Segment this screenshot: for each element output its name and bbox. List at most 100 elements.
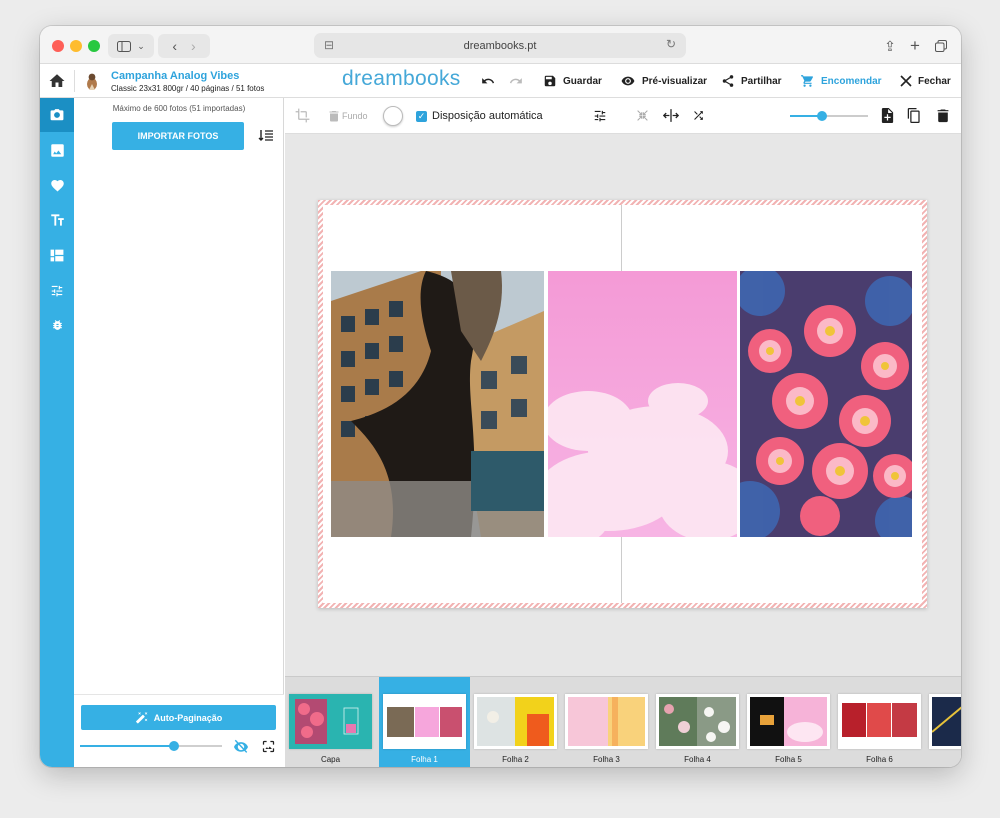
editor-canvas: [285, 134, 961, 676]
delete-icon[interactable]: [937, 108, 949, 123]
trash-outline-icon: [329, 111, 339, 122]
photo-frame-pink-sky[interactable]: [548, 271, 737, 537]
sheet-2[interactable]: Folha 2: [470, 677, 561, 767]
sheet-7-partial[interactable]: [925, 677, 961, 767]
sheet-thumbnail: [565, 694, 648, 749]
back-icon[interactable]: ‹: [172, 38, 177, 54]
camera-icon: [50, 109, 64, 121]
hide-used-eye-icon[interactable]: [233, 739, 249, 753]
bug-icon: [52, 320, 62, 330]
project-title[interactable]: Campanha Analog Vibes: [111, 70, 239, 82]
sheet-4[interactable]: Folha 4: [652, 677, 743, 767]
add-page-icon[interactable]: [881, 108, 894, 123]
photo-flowers-image: [740, 271, 912, 537]
layout-options-icon[interactable]: [593, 109, 607, 122]
home-icon[interactable]: [48, 72, 66, 90]
preview-button[interactable]: Pré-visualizar: [620, 73, 707, 89]
auto-layout-checkbox[interactable]: ✓ Disposição automática: [416, 107, 543, 125]
close-icon: [900, 75, 912, 87]
import-photos-button[interactable]: IMPORTAR FOTOS: [112, 122, 244, 150]
layout-icon: [50, 249, 64, 261]
photo-frame-street[interactable]: [331, 271, 544, 537]
photo-count-text: Máximo de 600 fotos (51 importadas): [112, 104, 246, 113]
sidebar-icon: [117, 40, 132, 52]
project-avatar-icon: [87, 73, 97, 90]
sheet-label: Folha 1: [411, 755, 438, 764]
sheet-label: Folha 2: [502, 755, 529, 764]
sheet-5[interactable]: Folha 5: [743, 677, 834, 767]
favorites-tab[interactable]: [48, 176, 66, 194]
adjustments-tab[interactable]: [48, 281, 66, 299]
photos-panel: Máximo de 600 fotos (51 importadas) IMPO…: [74, 98, 284, 767]
heart-icon: [50, 180, 64, 192]
sheet-thumbnail: [929, 694, 961, 749]
address-bar[interactable]: ⊟ dreambooks.pt ↻: [314, 33, 686, 58]
history-nav: ‹ ›: [158, 34, 210, 58]
close-window-button[interactable]: [52, 40, 64, 52]
divider: [74, 70, 75, 92]
reload-icon[interactable]: ↻: [666, 37, 676, 51]
sheet-3[interactable]: Folha 3: [561, 677, 652, 767]
crop-icon[interactable]: [295, 108, 310, 123]
zoom-slider-handle[interactable]: [816, 111, 827, 121]
minimize-window-button[interactable]: [70, 40, 82, 52]
app-header: Campanha Analog Vibes Classic 23x31 800g…: [40, 64, 961, 98]
duplicate-icon[interactable]: [907, 108, 921, 123]
auto-pagination-button[interactable]: Auto-Paginação: [81, 705, 276, 730]
text-tab[interactable]: [48, 211, 66, 229]
sheet-1[interactable]: Folha 1: [379, 677, 470, 767]
sheet-cover[interactable]: Capa: [285, 677, 376, 767]
fit-photos-icon[interactable]: [261, 739, 276, 754]
background-button[interactable]: Fundo: [329, 107, 368, 125]
sort-icon[interactable]: [258, 129, 274, 142]
sheet-thumbnail: [656, 694, 739, 749]
checkmark-icon: ✓: [416, 110, 427, 122]
cart-icon: [801, 75, 813, 87]
thumbnail-size-slider[interactable]: [80, 741, 222, 751]
panel-footer: Auto-Paginação: [74, 694, 284, 767]
sheet-label: Folha 6: [866, 755, 893, 764]
backgrounds-tab[interactable]: [48, 141, 66, 159]
sheet-thumbnail: [838, 694, 921, 749]
photos-tab[interactable]: [40, 98, 74, 132]
sheet-label: Folha 5: [775, 755, 802, 764]
editor-toolbar: Fundo ✓ Disposição automática: [285, 98, 961, 134]
tool-sidebar: [40, 98, 74, 767]
image-icon: [50, 143, 64, 157]
slider-handle[interactable]: [168, 741, 179, 751]
text-icon: [50, 214, 64, 226]
page-spread[interactable]: [318, 200, 927, 608]
page-settings-icon[interactable]: ⊟: [324, 38, 334, 52]
url-text: dreambooks.pt: [463, 39, 537, 52]
tabs-overview-icon[interactable]: [930, 34, 952, 58]
bug-report-tab[interactable]: [48, 316, 66, 334]
photo-street-image: [331, 271, 544, 537]
forward-icon[interactable]: ›: [191, 38, 196, 54]
sidebar-toggle-button[interactable]: ⌄: [108, 34, 154, 58]
sheet-label: Folha 4: [684, 755, 711, 764]
zoom-slider[interactable]: [790, 111, 868, 121]
background-toggle[interactable]: [383, 106, 403, 126]
share-icon[interactable]: ⇪: [879, 34, 901, 58]
browser-window: ⌄ ‹ › ⊟ dreambooks.pt ↻ ⇪ + Campanha Ana…: [40, 26, 961, 767]
shuffle-icon[interactable]: [692, 109, 705, 122]
project-subtitle: Classic 23x31 800gr / 40 páginas / 51 fo…: [111, 84, 265, 93]
close-editor-button[interactable]: Fechar: [900, 73, 951, 89]
order-button[interactable]: Encomendar: [800, 73, 882, 89]
new-tab-icon[interactable]: +: [904, 34, 926, 58]
share-nodes-icon: [722, 75, 734, 87]
eye-icon: [621, 76, 635, 86]
magic-wand-icon: [135, 712, 148, 724]
sheet-thumbnail: [747, 694, 830, 749]
redo-icon[interactable]: [508, 74, 524, 88]
sheet-6[interactable]: Folha 6: [834, 677, 925, 767]
shrink-icon[interactable]: [636, 109, 649, 122]
layouts-tab[interactable]: [48, 246, 66, 264]
sheet-thumbnail: [474, 694, 557, 749]
swap-horizontal-icon[interactable]: [663, 109, 679, 122]
zoom-window-button[interactable]: [88, 40, 100, 52]
save-button[interactable]: Guardar: [543, 73, 602, 89]
undo-icon[interactable]: [480, 74, 496, 88]
share-button[interactable]: Partilhar: [721, 73, 782, 89]
photo-frame-flowers[interactable]: [740, 271, 912, 537]
